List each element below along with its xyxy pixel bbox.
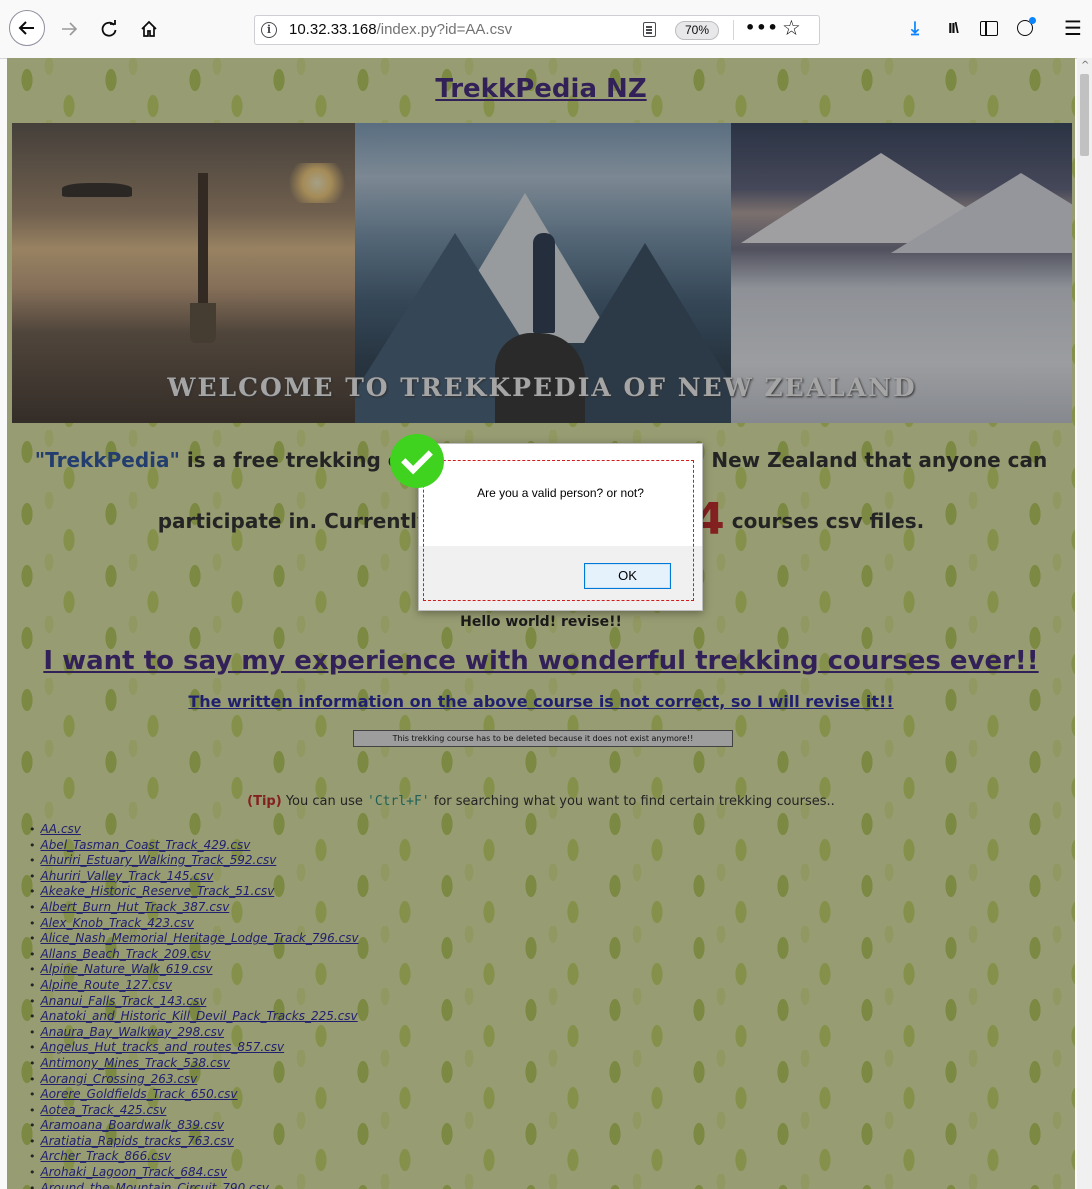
url-text[interactable]: 10.32.33.168/index.py?id=AA.csv: [289, 21, 512, 38]
scroll-up-arrow-icon[interactable]: ^: [1081, 60, 1089, 71]
more-icon[interactable]: •••: [745, 18, 779, 37]
home-button[interactable]: [133, 13, 165, 45]
forward-button[interactable]: [53, 13, 85, 45]
sidebar-icon[interactable]: [978, 14, 1000, 42]
info-icon[interactable]: i: [261, 22, 277, 38]
modal-overlay: [7, 58, 1075, 1189]
forward-icon: [62, 22, 78, 36]
reload-button[interactable]: [93, 13, 125, 45]
scrollbar-thumb[interactable]: [1080, 74, 1089, 156]
url-path: /index.py?id=AA.csv: [376, 21, 513, 38]
home-icon: [141, 20, 157, 37]
dialog-highlight-outline: [423, 460, 694, 601]
url-host: 10.32.33.168: [289, 21, 377, 38]
reload-icon: [101, 20, 117, 37]
back-button[interactable]: [9, 10, 45, 46]
menu-icon[interactable]: ☰: [1062, 14, 1084, 42]
download-icon[interactable]: ⤓: [904, 14, 926, 42]
bookmark-star-icon[interactable]: ☆: [782, 16, 801, 40]
back-icon: [18, 21, 34, 35]
browser-toolbar: i 10.32.33.168/index.py?id=AA.csv 70% ••…: [0, 0, 1092, 59]
library-icon[interactable]: II\: [940, 14, 966, 42]
page-scrollbar[interactable]: [1077, 58, 1092, 1189]
zoom-level-badge[interactable]: 70%: [675, 21, 719, 40]
page-viewport: TrekkPedia NZ WELCOME TO TREKKPEDIA OF N…: [7, 58, 1075, 1189]
url-divider: [733, 20, 734, 40]
reader-view-icon[interactable]: [643, 22, 656, 37]
account-icon[interactable]: [1014, 14, 1036, 42]
checkmark-icon: [390, 434, 444, 488]
url-bar[interactable]: i 10.32.33.168/index.py?id=AA.csv 70% ••…: [254, 15, 820, 45]
